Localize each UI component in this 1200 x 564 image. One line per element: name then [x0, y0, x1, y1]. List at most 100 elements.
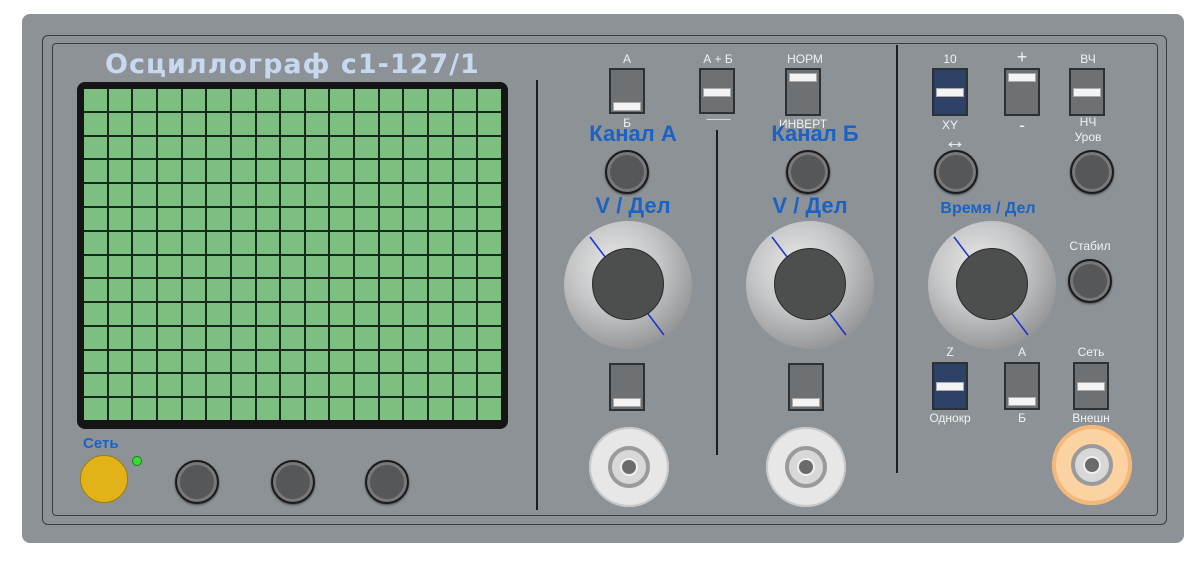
switch-hf-lf[interactable]: [1069, 68, 1105, 116]
grid-cell: [157, 350, 181, 373]
channel-a-vdiv-label: V / Дел: [595, 193, 671, 218]
time-div-label: Время / Дел: [940, 200, 1036, 217]
grid-cell: [404, 136, 428, 159]
grid-cell: [281, 184, 304, 206]
grid-cell: [453, 89, 477, 111]
grid-cell: [379, 279, 403, 302]
grid-cell: [84, 160, 107, 183]
switch-a-b-top-label: А: [622, 52, 631, 66]
channel-b-vdiv-knob[interactable]: [746, 221, 874, 349]
channel-a-vdiv-knob[interactable]: [564, 221, 692, 349]
grid-cell: [133, 255, 156, 278]
trigger-level-knob[interactable]: [1070, 150, 1114, 194]
grid-cell: [84, 374, 107, 397]
knob-center: [592, 248, 664, 320]
grid-cell: [281, 255, 304, 278]
switch-10-xy[interactable]: [932, 68, 968, 116]
switch-norm-invert-top-label: НОРМ: [787, 52, 823, 66]
grid-cell: [404, 398, 428, 420]
horizontal-position-knob[interactable]: [934, 150, 978, 194]
illumination-knob[interactable]: [365, 460, 409, 504]
grid-cell: [404, 184, 428, 206]
external-trigger-connector[interactable]: [1052, 425, 1132, 505]
grid-cell: [429, 255, 452, 278]
grid-cell: [207, 398, 230, 420]
channel-a-input-connector[interactable]: [589, 427, 669, 507]
grid-cell: [182, 255, 206, 278]
grid-cell: [355, 160, 378, 183]
grid-cell: [429, 326, 452, 349]
channel-a-coupling-switch[interactable]: [609, 363, 645, 411]
power-label: Сеть: [83, 435, 119, 452]
grid-cell: [379, 160, 403, 183]
grid-cell: [157, 160, 181, 183]
grid-cell: [404, 374, 428, 397]
grid-cell: [478, 374, 501, 397]
switch-net-ext-bottom-label: Внешн: [1072, 411, 1110, 425]
grid-cell: [108, 350, 132, 373]
switch-net-ext[interactable]: [1073, 362, 1109, 410]
switch-norm-invert[interactable]: [785, 68, 821, 116]
grid-cell: [330, 350, 354, 373]
channel-b-vdiv-label: V / Дел: [772, 193, 848, 218]
grid-cell: [108, 160, 132, 183]
grid-cell: [157, 112, 181, 135]
grid-cell: [429, 231, 452, 254]
channel-b-position-knob[interactable]: [786, 150, 830, 194]
grid-cell: [157, 207, 181, 230]
grid-cell: [429, 112, 452, 135]
grid-cell: [404, 350, 428, 373]
grid-cell: [108, 398, 132, 420]
switch-lever: [936, 382, 964, 391]
grid-cell: [478, 207, 501, 230]
grid-cell: [453, 207, 477, 230]
grid-cell: [305, 279, 329, 302]
channel-b-input-connector[interactable]: [766, 427, 846, 507]
channel-a-position-knob[interactable]: [605, 150, 649, 194]
grid-cell: [281, 374, 304, 397]
grid-cell: [453, 326, 477, 349]
grid-cell: [379, 89, 403, 111]
grid-cell: [305, 255, 329, 278]
grid-cell: [404, 160, 428, 183]
grid-cell: [305, 303, 329, 325]
grid-cell: [330, 136, 354, 159]
stability-label: Стабил: [1069, 239, 1111, 253]
switch-a-plus-b[interactable]: [699, 68, 735, 114]
switch-plus-minus[interactable]: [1004, 68, 1040, 116]
switch-z-single[interactable]: [932, 362, 968, 410]
power-button[interactable]: [80, 455, 128, 503]
grid-cell: [256, 112, 280, 135]
grid-cell: [453, 184, 477, 206]
grid-cell: [453, 350, 477, 373]
crt-screen-grid: [84, 89, 501, 420]
stability-knob[interactable]: [1068, 259, 1112, 303]
switch-a-b[interactable]: [609, 68, 645, 114]
grid-cell: [157, 184, 181, 206]
grid-cell: [330, 374, 354, 397]
grid-cell: [231, 89, 255, 111]
channel-b-coupling-switch[interactable]: [788, 363, 824, 411]
switch-trigger-a-b[interactable]: [1004, 362, 1040, 410]
switch-net-ext-top-label: Сеть: [1077, 345, 1105, 359]
grid-cell: [84, 136, 107, 159]
grid-cell: [108, 112, 132, 135]
grid-cell: [478, 350, 501, 373]
brightness-knob[interactable]: [175, 460, 219, 504]
connector-ring: [1071, 444, 1113, 486]
grid-cell: [379, 374, 403, 397]
divider-channels: [716, 130, 718, 455]
grid-cell: [108, 303, 132, 325]
grid-cell: [429, 350, 452, 373]
switch-lever: [613, 102, 641, 111]
grid-cell: [182, 279, 206, 302]
grid-cell: [453, 279, 477, 302]
grid-cell: [133, 112, 156, 135]
channel-b-title: Канал Б: [771, 121, 859, 146]
connector-ring: [785, 446, 827, 488]
time-div-knob[interactable]: [928, 221, 1056, 349]
grid-cell: [305, 326, 329, 349]
focus-knob[interactable]: [271, 460, 315, 504]
grid-cell: [182, 398, 206, 420]
channel-a-title: Канал А: [589, 121, 677, 146]
